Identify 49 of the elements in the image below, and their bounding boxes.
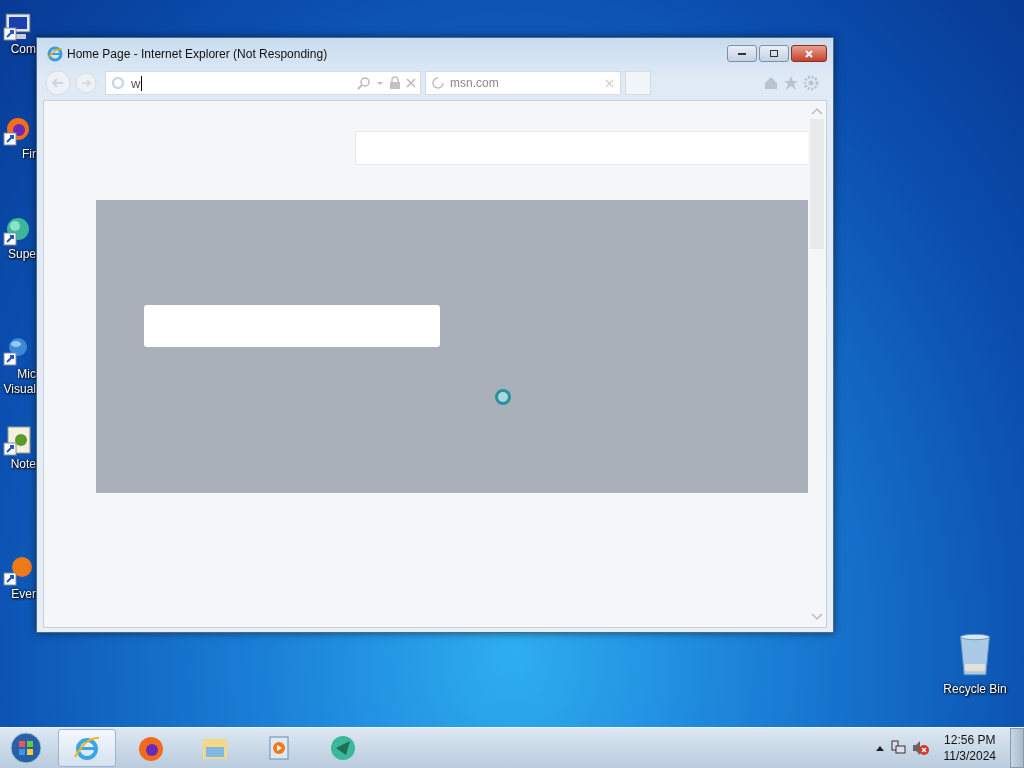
caret-icon[interactable] bbox=[376, 79, 384, 87]
window-title: Home Page - Internet Explorer (Not Responding) bbox=[67, 47, 328, 61]
network-icon[interactable] bbox=[889, 740, 906, 756]
close-icon bbox=[804, 48, 814, 59]
page-icon bbox=[110, 75, 126, 91]
stop-icon[interactable] bbox=[406, 78, 416, 88]
search-icon[interactable] bbox=[357, 76, 371, 90]
recycle-bin-label: Recycle Bin bbox=[943, 682, 1007, 697]
ie-logo-icon bbox=[47, 46, 63, 62]
clock-time: 12:56 PM bbox=[944, 732, 996, 748]
settings-icon[interactable] bbox=[803, 75, 819, 91]
forward-button-icon[interactable] bbox=[75, 72, 97, 94]
star-icon[interactable] bbox=[783, 75, 799, 91]
shortcut-label: Supe bbox=[7, 247, 36, 262]
show-hidden-icons-icon[interactable] bbox=[875, 745, 884, 751]
scroll-up-icon[interactable] bbox=[811, 107, 823, 115]
loading-spinner-icon bbox=[493, 387, 513, 407]
show-desktop-button[interactable] bbox=[1010, 728, 1024, 768]
clock[interactable]: 12:56 PM 11/3/2024 bbox=[935, 732, 1004, 764]
shortcut-icon[interactable] bbox=[2, 425, 34, 457]
new-tab-button[interactable] bbox=[625, 71, 651, 95]
shortcut-label: Com bbox=[10, 42, 36, 57]
back-button-icon[interactable] bbox=[45, 70, 71, 96]
address-text: w bbox=[131, 75, 143, 91]
loading-icon bbox=[432, 77, 444, 89]
shortcut-icon[interactable] bbox=[2, 10, 34, 42]
minimize-button[interactable] bbox=[727, 45, 757, 62]
blank-input-field[interactable] bbox=[144, 305, 440, 347]
maximize-button[interactable] bbox=[759, 45, 789, 62]
close-tab-icon[interactable] bbox=[605, 78, 614, 88]
muted-speaker-icon[interactable] bbox=[911, 740, 930, 756]
maximize-icon bbox=[769, 48, 779, 59]
minimize-icon bbox=[738, 52, 746, 55]
close-button[interactable] bbox=[791, 45, 827, 62]
shortcut-label: Ever bbox=[11, 587, 36, 602]
windows-logo-icon bbox=[9, 731, 43, 765]
browser-tab[interactable]: msn.com bbox=[425, 71, 621, 95]
shortcut-label: Visual bbox=[3, 382, 36, 397]
arrow-globe-icon bbox=[328, 733, 358, 763]
home-icon[interactable] bbox=[763, 75, 779, 91]
scroll-down-icon[interactable] bbox=[811, 613, 823, 621]
shortcut-label: Note bbox=[10, 457, 36, 472]
lock-icon bbox=[389, 76, 401, 90]
recycle-bin-icon[interactable] bbox=[957, 632, 993, 678]
address-bar[interactable]: w bbox=[105, 71, 421, 95]
shortcut-icon[interactable] bbox=[2, 555, 34, 587]
clock-date: 11/3/2024 bbox=[943, 748, 996, 764]
shortcut-label: Mic bbox=[17, 367, 36, 382]
shortcut-label: Fir bbox=[22, 147, 36, 162]
